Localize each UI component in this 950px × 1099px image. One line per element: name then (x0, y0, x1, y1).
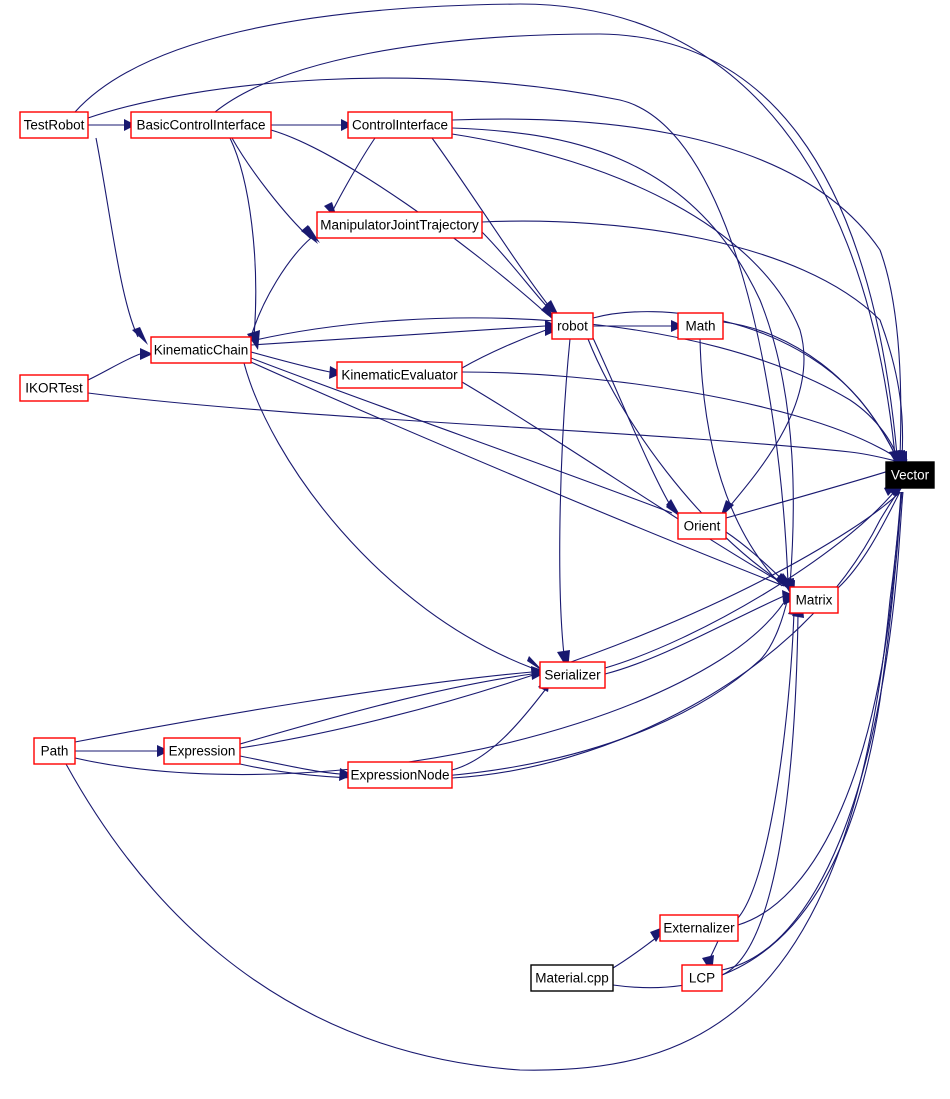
graph-node-expression[interactable]: Expression (163, 737, 241, 765)
node-label: Expression (169, 744, 236, 759)
graph-node-expressionnode[interactable]: ExpressionNode (347, 761, 453, 789)
node-label: KinematicChain (154, 343, 249, 358)
edge-Serializer-to-Vector (604, 491, 895, 669)
graph-node-ikortest[interactable]: IKORTest (19, 374, 89, 402)
graph-node-kinematicevaluator[interactable]: KinematicEvaluator (336, 361, 463, 389)
node-label: ControlInterface (352, 118, 448, 133)
edge-Expression-to-Serializer (239, 673, 533, 745)
edge-ExpressionNode-to-Serializer (451, 689, 546, 771)
graph-node-basiccontrolinterface[interactable]: BasicControlInterface (130, 111, 272, 139)
edge-ControlInterface-to-Matrix (451, 127, 794, 586)
graph-node-testrobot[interactable]: TestRobot (19, 111, 89, 139)
node-label: Material.cpp (535, 971, 609, 986)
node-label: TestRobot (24, 118, 85, 133)
graph-node-lcp[interactable]: LCP (681, 964, 723, 992)
edge-KinematicEvaluator-to-robot (461, 329, 547, 369)
node-label: Math (685, 319, 715, 334)
graph-node-orient[interactable]: Orient (677, 512, 727, 540)
node-label: ExpressionNode (350, 768, 449, 783)
node-label: ManipulatorJointTrajectory (320, 218, 479, 233)
edge-Externalizer-to-Matrix (737, 611, 795, 919)
edge-IKORTest-to-KinematicChain (87, 353, 141, 381)
edge-Math-to-Matrix (699, 338, 783, 587)
edge-ExpressionNode-to-Vector (451, 487, 902, 779)
edge-KinematicEvaluator-to-Matrix (461, 381, 785, 585)
graph-node-vector[interactable]: Vector (885, 461, 935, 489)
graph-node-manipulatorjointtrajectory[interactable]: ManipulatorJointTrajectory (316, 211, 483, 239)
nodes-layer: TestRobot BasicControlInterface ControlInt… (19, 111, 935, 992)
edge-KinematicEvaluator-to-Vector (461, 371, 899, 460)
edge-IKORTest-to-Vector (87, 392, 897, 462)
node-label: KinematicEvaluator (341, 368, 458, 383)
edge-BasicControlInterface-to-ManipulatorJointTrajectory (231, 137, 311, 239)
edge-Material.cpp-to-Vector (612, 491, 902, 989)
edge-Math-to-Vector (722, 321, 896, 456)
edge-BasicControlInterface-to-KinematicChain (229, 137, 257, 338)
edge-Expression-to-Vector (239, 491, 901, 749)
node-label: Path (41, 744, 69, 759)
graph-node-path[interactable]: Path (33, 737, 76, 765)
graph-node-externalizer[interactable]: Externalizer (659, 914, 739, 942)
graph-node-math[interactable]: Math (677, 312, 724, 340)
node-label: robot (557, 319, 588, 334)
node-label: Orient (684, 519, 721, 534)
edge-KinematicChain-to-robot (250, 325, 546, 346)
graph-node-serializer[interactable]: Serializer (539, 661, 606, 689)
node-label: LCP (689, 971, 715, 986)
edge-KinematicChain-to-ManipulatorJointTrajectory (250, 237, 312, 338)
node-label: IKORTest (25, 381, 83, 396)
arrowhead-icon (132, 327, 148, 345)
edge-Expression-to-Matrix (239, 596, 789, 779)
graph-node-robot[interactable]: robot (551, 312, 594, 340)
edge-Path-to-Serializer (74, 671, 533, 743)
edge-TestRobot-to-Vector (74, 3, 896, 456)
graph-node-matrix[interactable]: Matrix (789, 586, 839, 614)
node-label: Externalizer (663, 921, 735, 936)
graph-node-controlinterface[interactable]: ControlInterface (347, 111, 453, 139)
edge-TestRobot-to-KinematicChain (95, 137, 139, 338)
node-label: Serializer (544, 668, 601, 683)
node-label: Vector (891, 468, 930, 483)
edge-Orient-to-Vector (725, 469, 893, 519)
node-label: Matrix (796, 593, 833, 608)
edge-ControlInterface-to-Orient (451, 133, 805, 507)
edge-ControlInterface-to-Vector (451, 118, 902, 457)
node-label: BasicControlInterface (136, 118, 265, 133)
graph-node-kinematicchain[interactable]: KinematicChain (150, 336, 252, 364)
edge-ManipulatorJointTrajectory-to-robot (481, 231, 553, 313)
graph-node-material-cpp[interactable]: Material.cpp (530, 964, 614, 992)
edge-Material.cpp-to-Externalizer (612, 937, 657, 969)
edges-layer (65, 3, 908, 1071)
dependency-graph: TestRobot BasicControlInterface ControlInt… (0, 0, 950, 1099)
edge-ControlInterface-to-ManipulatorJointTrajectory (331, 137, 376, 213)
